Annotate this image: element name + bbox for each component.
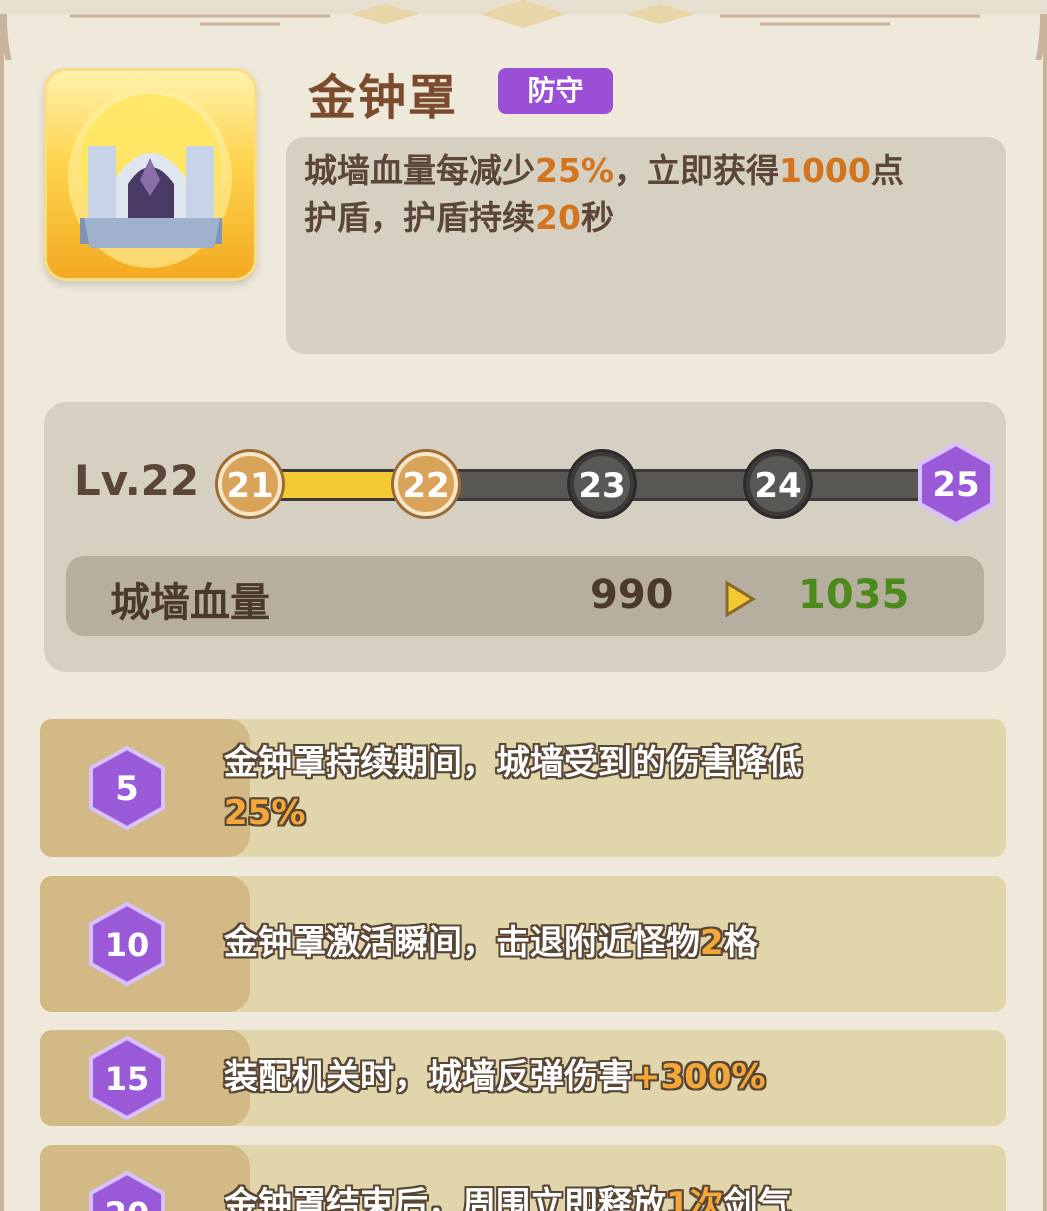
level-node-24[interactable]: 24 xyxy=(746,452,810,516)
top-ornament xyxy=(0,0,1047,60)
level-node-25-hexagon[interactable]: 25 xyxy=(918,442,994,526)
level-node-22[interactable]: 22 xyxy=(394,452,458,516)
level-node-21[interactable]: 21 xyxy=(218,452,282,516)
svg-text:15: 15 xyxy=(105,1060,150,1098)
current-level-label: Lv.22 xyxy=(74,456,200,505)
arrow-right-icon xyxy=(725,580,756,618)
skill-type-badge: 防守 xyxy=(498,68,613,114)
stat-name: 城墙血量 xyxy=(110,580,270,626)
perk-level-hexagon: 15 xyxy=(89,1036,165,1120)
skill-description: 城墙血量每减少25%，立即获得1000点 护盾，护盾持续20秒 xyxy=(286,137,1006,354)
svg-text:10: 10 xyxy=(105,926,150,964)
skill-icon xyxy=(44,68,257,281)
perk-description: 金钟罩结束后，周围立即释放1次剑气 xyxy=(224,1185,792,1211)
perk-level-hexagon: 20 xyxy=(89,1171,165,1211)
svg-text:20: 20 xyxy=(105,1195,150,1211)
perk-description: 金钟罩激活瞬间，击退附近怪物2格 xyxy=(224,923,758,963)
perk-level-hexagon: 10 xyxy=(89,902,165,986)
stat-new-value: 1035 xyxy=(798,572,910,618)
svg-text:5: 5 xyxy=(115,769,139,809)
skill-title: 金钟罩 xyxy=(308,70,459,126)
golden-bell-shield-icon xyxy=(68,88,232,268)
stat-old-value: 990 xyxy=(590,572,674,618)
perk-description: 装配机关时，城墙反弹伤害+300% xyxy=(224,1057,766,1097)
level-track-empty xyxy=(426,469,956,501)
level-node-23[interactable]: 23 xyxy=(570,452,634,516)
level-node-25-label: 25 xyxy=(932,465,979,505)
perk-level-hexagon: 5 xyxy=(89,746,165,830)
perk-description: 金钟罩持续期间，城墙受到的伤害降低 25% xyxy=(224,743,802,833)
